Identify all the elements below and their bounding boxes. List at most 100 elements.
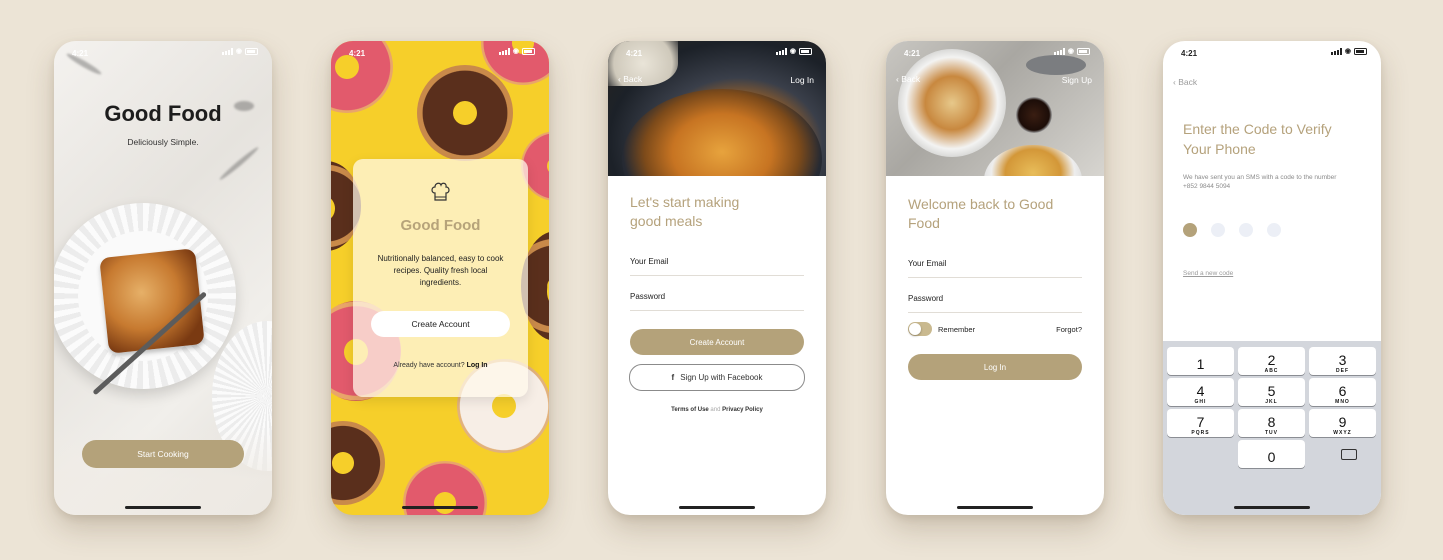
page-title: Enter the Code to Verify Your Phone — [1183, 121, 1332, 157]
card-title: Good Food — [400, 217, 481, 234]
keypad-key-8[interactable]: 8 TUV — [1238, 409, 1305, 437]
keypad-key-5[interactable]: 5 JKL — [1238, 378, 1305, 406]
keypad-key-3[interactable]: 3 DEF — [1309, 347, 1376, 375]
login-button[interactable]: Log In — [908, 354, 1082, 380]
bowl-image — [898, 49, 1006, 157]
home-indicator — [1234, 506, 1310, 509]
card-description: Nutritionally balanced, easy to cook rec… — [377, 254, 504, 287]
signal-icon — [1330, 48, 1342, 55]
battery-icon — [245, 48, 258, 55]
login-link[interactable]: Log In — [467, 362, 488, 369]
app-title: Good Food — [104, 101, 222, 126]
start-cooking-button[interactable]: Start Cooking — [82, 440, 244, 468]
key-digit: 8 — [1267, 413, 1276, 430]
email-field[interactable]: Your Email — [908, 259, 1082, 278]
phone-signup-screen: 4:21 ◉ ‹ Back Log In Let's start making … — [608, 41, 826, 515]
backspace-icon[interactable] — [1341, 449, 1357, 460]
key-letters: MNO — [1335, 398, 1350, 405]
login-nav-link[interactable]: Log In — [790, 75, 814, 85]
keypad-key-9[interactable]: 9 WXYZ — [1309, 409, 1376, 437]
battery-icon — [1077, 48, 1090, 55]
code-input[interactable] — [1183, 223, 1281, 237]
status-time: 4:21 — [1181, 49, 1198, 58]
login-prompt-row: Already have account? Log In — [353, 362, 528, 369]
marble-vein — [218, 145, 260, 182]
keypad-key-1[interactable]: 1 — [1167, 347, 1234, 375]
forgot-password-link[interactable]: Forgot? — [1056, 325, 1082, 334]
facebook-signup-button[interactable]: f Sign Up with Facebook — [629, 364, 805, 391]
back-button[interactable]: ‹ Back — [618, 74, 642, 84]
status-time: 4:21 — [626, 49, 643, 58]
donut-image — [331, 421, 385, 505]
legal-links: Terms of Use and Privacy Policy — [608, 407, 826, 413]
keypad-key-0[interactable]: 0 — [1238, 440, 1305, 468]
home-indicator — [957, 506, 1033, 509]
status-time: 4:21 — [72, 49, 89, 58]
key-digit: 9 — [1338, 413, 1347, 430]
battery-icon — [1354, 48, 1367, 55]
intro-card: Good Food Nutritionally balanced, easy t… — [353, 159, 528, 397]
email-field[interactable]: Your Email — [630, 257, 804, 276]
bowl-image — [984, 145, 1082, 176]
chevron-left-icon: ‹ — [618, 74, 621, 84]
terms-link[interactable]: Terms of Use — [671, 407, 709, 413]
key-letters: JKL — [1265, 398, 1278, 405]
create-account-button[interactable]: Create Account — [630, 329, 804, 355]
donut-image — [417, 65, 513, 161]
curry-bowl-image — [622, 89, 822, 176]
key-digit: 6 — [1338, 382, 1347, 399]
privacy-link[interactable]: Privacy Policy — [722, 407, 763, 413]
sauce-cup-image — [1016, 97, 1052, 133]
remember-toggle[interactable] — [908, 322, 932, 336]
back-label: Back — [1178, 77, 1198, 87]
keypad-key-6[interactable]: 6 MNO — [1309, 378, 1376, 406]
status-bar: 4:21 ◉ — [886, 41, 1104, 63]
chevron-left-icon: ‹ — [1173, 77, 1176, 87]
status-bar: 4:21 ◉ — [608, 41, 826, 63]
page-title: Let's start making good meals — [630, 194, 740, 229]
chef-hat-icon — [431, 182, 450, 201]
key-letters: GHI — [1194, 398, 1207, 405]
signal-icon — [1053, 48, 1065, 55]
code-digit-dot — [1267, 223, 1281, 237]
signal-icon — [775, 48, 787, 55]
key-letters: TUV — [1265, 429, 1278, 436]
status-bar: 4:21 ◉ — [54, 41, 272, 63]
password-field[interactable]: Password — [908, 294, 1082, 313]
facebook-icon: f — [671, 373, 675, 382]
back-label: Back — [623, 74, 643, 84]
back-button[interactable]: ‹ Back — [1173, 77, 1197, 87]
signal-icon — [498, 48, 510, 55]
keypad-key-2[interactable]: 2 ABC — [1238, 347, 1305, 375]
key-letters: ABC — [1264, 367, 1279, 374]
back-button[interactable]: ‹ Back — [896, 74, 920, 84]
keypad-key-7[interactable]: 7 PQRS — [1167, 409, 1234, 437]
key-digit: 0 — [1267, 449, 1276, 465]
key-letters: PQRS — [1191, 429, 1210, 436]
code-digit-dot — [1211, 223, 1225, 237]
page-title: Welcome back to Good Food — [908, 196, 1054, 231]
phone-verify-screen: 4:21 ◉ ‹ Back Enter the Code to Verify Y… — [1163, 41, 1381, 515]
resend-code-link[interactable]: Send a new code — [1183, 270, 1233, 277]
key-digit: 5 — [1267, 382, 1276, 399]
keypad-key-4[interactable]: 4 GHI — [1167, 378, 1234, 406]
status-bar: 4:21 ◉ — [1163, 41, 1381, 63]
key-digit: 1 — [1196, 356, 1205, 372]
phone-login-screen: 4:21 ◉ ‹ Back Sign Up Welcome back to Go… — [886, 41, 1104, 515]
wifi-icon: ◉ — [1067, 48, 1074, 55]
signup-nav-link[interactable]: Sign Up — [1062, 75, 1092, 85]
password-field[interactable]: Password — [630, 292, 804, 311]
wifi-icon: ◉ — [1344, 48, 1351, 55]
phone-intro-screen: 4:21 ◉ Good Food Nutritionally balanced,… — [331, 41, 549, 515]
key-digit: 3 — [1338, 351, 1347, 368]
wifi-icon: ◉ — [235, 48, 242, 55]
facebook-label: Sign Up with Facebook — [680, 373, 763, 382]
status-time: 4:21 — [349, 49, 366, 58]
phone-welcome-screen: 4:21 ◉ Good Food Deliciously Simple. Sta… — [54, 41, 272, 515]
signal-icon — [221, 48, 233, 55]
code-digit-dot — [1183, 223, 1197, 237]
back-label: Back — [901, 74, 921, 84]
login-prompt-text: Already have account? — [393, 362, 465, 369]
remember-row: Remember Forgot? — [908, 322, 1082, 338]
create-account-button[interactable]: Create Account — [371, 311, 510, 337]
